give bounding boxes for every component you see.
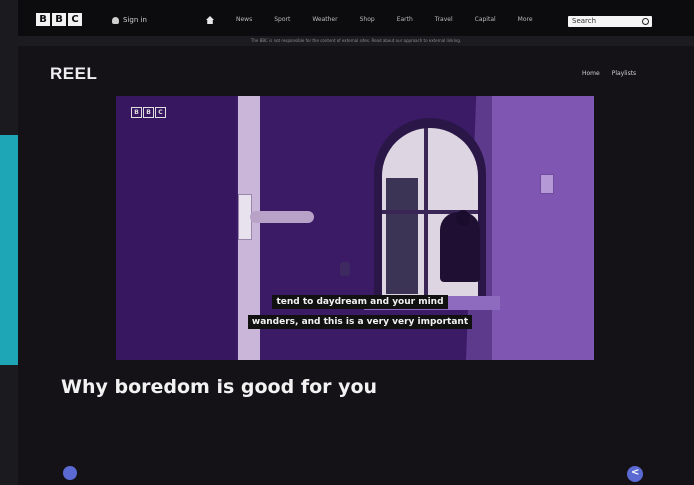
video-subtitles: tend to daydream and your mind wanders, … — [240, 289, 480, 329]
illustration-building — [386, 178, 418, 294]
signin-link[interactable]: Sign in — [112, 16, 147, 24]
reel-nav: Home Playlists — [582, 70, 636, 77]
nav-item[interactable]: More — [518, 16, 533, 24]
signin-label: Sign in — [123, 16, 147, 24]
illustration-person-head — [456, 210, 470, 226]
nav-item[interactable]: Sport — [274, 16, 290, 24]
background-teal-edge — [0, 135, 18, 365]
author-avatar[interactable] — [63, 466, 77, 480]
nav-item[interactable]: Shop — [360, 16, 375, 24]
nav-item[interactable]: Capital — [475, 16, 496, 24]
video-watermark-logo: B B C — [131, 107, 166, 118]
user-icon — [112, 16, 119, 24]
nav-item[interactable]: Earth — [397, 16, 413, 24]
video-bg — [116, 96, 236, 360]
illustration-light-switch — [540, 174, 554, 194]
video-headline: Why boredom is good for you — [61, 376, 378, 398]
illustration-plant — [340, 262, 350, 276]
reel-nav-playlists[interactable]: Playlists — [612, 70, 636, 77]
reel-nav-home[interactable]: Home — [582, 70, 600, 77]
bbc-logo[interactable]: B B C — [36, 13, 82, 26]
subtitle-line: tend to daydream and your mind — [272, 295, 448, 309]
search-input[interactable]: Search — [568, 16, 652, 27]
bbc-logo-letter: C — [68, 13, 82, 26]
reel-logo[interactable]: REEL — [50, 64, 97, 84]
notice-bar: The BBC is not responsible for the conte… — [18, 36, 694, 46]
home-icon[interactable] — [206, 16, 214, 24]
nav-item[interactable]: News — [236, 16, 252, 24]
bbc-logo-letter: B — [52, 13, 66, 26]
bbc-nav: News Sport Weather Shop Earth Travel Cap… — [206, 16, 533, 24]
nav-item[interactable]: Weather — [312, 16, 337, 24]
subtitle-line: wanders, and this is a very very importa… — [247, 315, 473, 329]
share-button[interactable] — [627, 466, 643, 482]
illustration-door-handle — [250, 211, 314, 223]
video-wall — [492, 96, 594, 360]
bbc-logo-letter: B — [36, 13, 50, 26]
nav-item[interactable]: Travel — [435, 16, 453, 24]
search-icon[interactable] — [642, 18, 649, 25]
search-placeholder: Search — [572, 17, 597, 25]
